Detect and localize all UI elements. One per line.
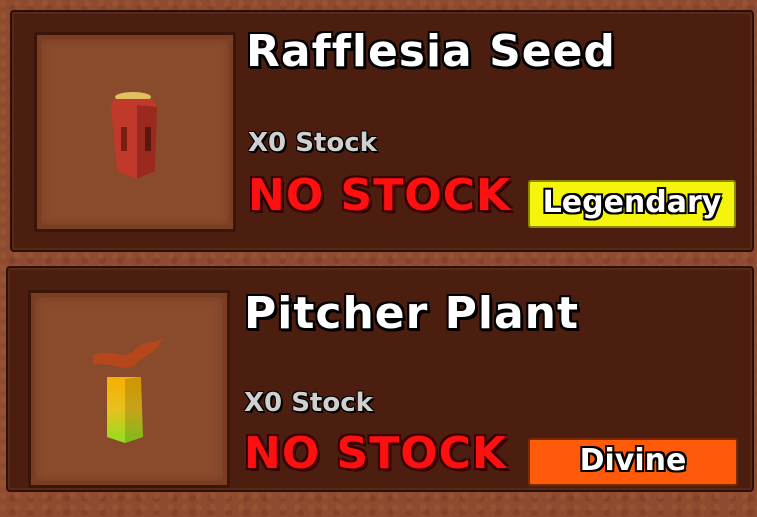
item-name: Rafflesia Seed — [246, 26, 616, 77]
rafflesia-seed-pack-icon — [111, 92, 157, 179]
rarity-badge: Legendary — [528, 180, 736, 228]
item-thumbnail — [28, 290, 230, 488]
stock-status: NO STOCK — [244, 428, 508, 479]
rarity-badge: Divine — [528, 438, 738, 486]
stock-count: X0 Stock — [248, 128, 377, 158]
shop-item-rafflesia-seed[interactable]: Rafflesia Seed X0 Stock NO STOCK Legenda… — [10, 10, 754, 252]
pitcher-plant-seed-pack-icon — [93, 337, 163, 443]
stock-status: NO STOCK — [248, 170, 512, 221]
item-name: Pitcher Plant — [244, 288, 580, 339]
shop-item-pitcher-plant[interactable]: Pitcher Plant X0 Stock NO STOCK Divine — [6, 266, 754, 492]
item-thumbnail — [34, 32, 236, 232]
stock-count: X0 Stock — [244, 388, 373, 418]
seed-shop-list: Rafflesia Seed X0 Stock NO STOCK Legenda… — [0, 0, 757, 517]
